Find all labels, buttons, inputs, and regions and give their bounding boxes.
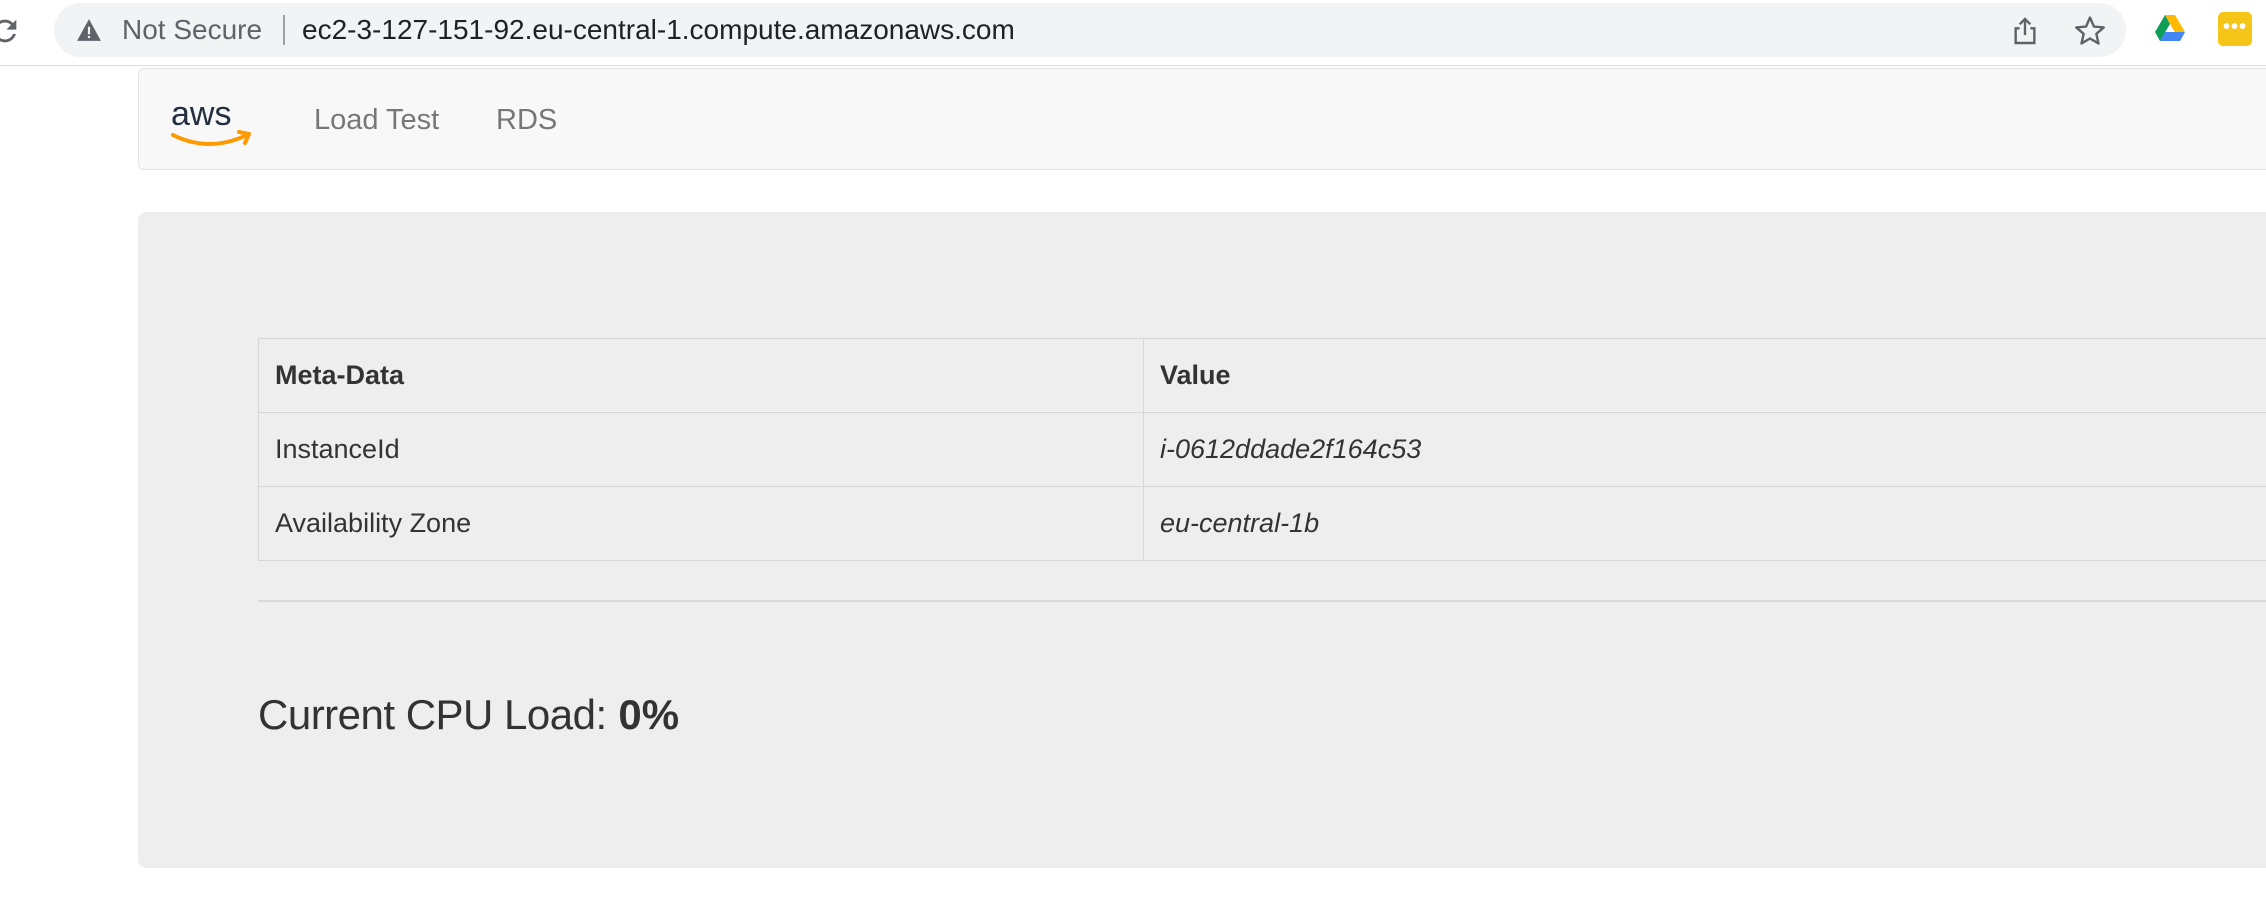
metadata-table: Meta-Data Value InstanceId i-0612ddade2f… (258, 338, 2266, 561)
divider (258, 600, 2266, 602)
cpu-load-readout: Current CPU Load: 0% (258, 690, 679, 740)
browser-toolbar: Not Secure ec2-3-127-151-92.eu-central-1… (0, 0, 2266, 66)
table-header-row: Meta-Data Value (258, 338, 2266, 413)
jumbotron: Meta-Data Value InstanceId i-0612ddade2f… (138, 212, 2266, 868)
address-bar[interactable]: Not Secure ec2-3-127-151-92.eu-central-1… (54, 3, 2126, 57)
aws-logo-text: aws (171, 95, 231, 133)
aws-logo[interactable]: aws (169, 95, 255, 151)
nav-link-rds[interactable]: RDS (496, 103, 557, 137)
cpu-load-label: Current CPU Load: (258, 691, 607, 738)
reload-icon[interactable] (0, 14, 22, 48)
row-key-instance-id: InstanceId (258, 412, 1144, 487)
row-value-instance-id: i-0612ddade2f164c53 (1143, 412, 2266, 487)
address-bar-divider (283, 15, 285, 45)
url-text[interactable]: ec2-3-127-151-92.eu-central-1.compute.am… (302, 15, 1015, 45)
share-icon[interactable] (2009, 14, 2041, 48)
extension-icon[interactable]: ••• (2218, 12, 2252, 46)
row-value-availability-zone: eu-central-1b (1143, 486, 2266, 561)
table-row: Availability Zone eu-central-1b (258, 486, 2266, 561)
header-meta-data: Meta-Data (258, 338, 1144, 413)
security-status-label[interactable]: Not Secure (122, 15, 262, 45)
nav-link-load-test[interactable]: Load Test (314, 103, 439, 137)
row-key-availability-zone: Availability Zone (258, 486, 1144, 561)
google-drive-icon[interactable] (2154, 15, 2186, 43)
navbar: aws Load Test RDS (138, 68, 2266, 170)
header-value: Value (1143, 338, 2266, 413)
star-icon[interactable] (2073, 14, 2107, 48)
warning-icon[interactable] (76, 18, 102, 42)
cpu-load-value: 0% (618, 691, 680, 738)
table-row: InstanceId i-0612ddade2f164c53 (258, 412, 2266, 487)
